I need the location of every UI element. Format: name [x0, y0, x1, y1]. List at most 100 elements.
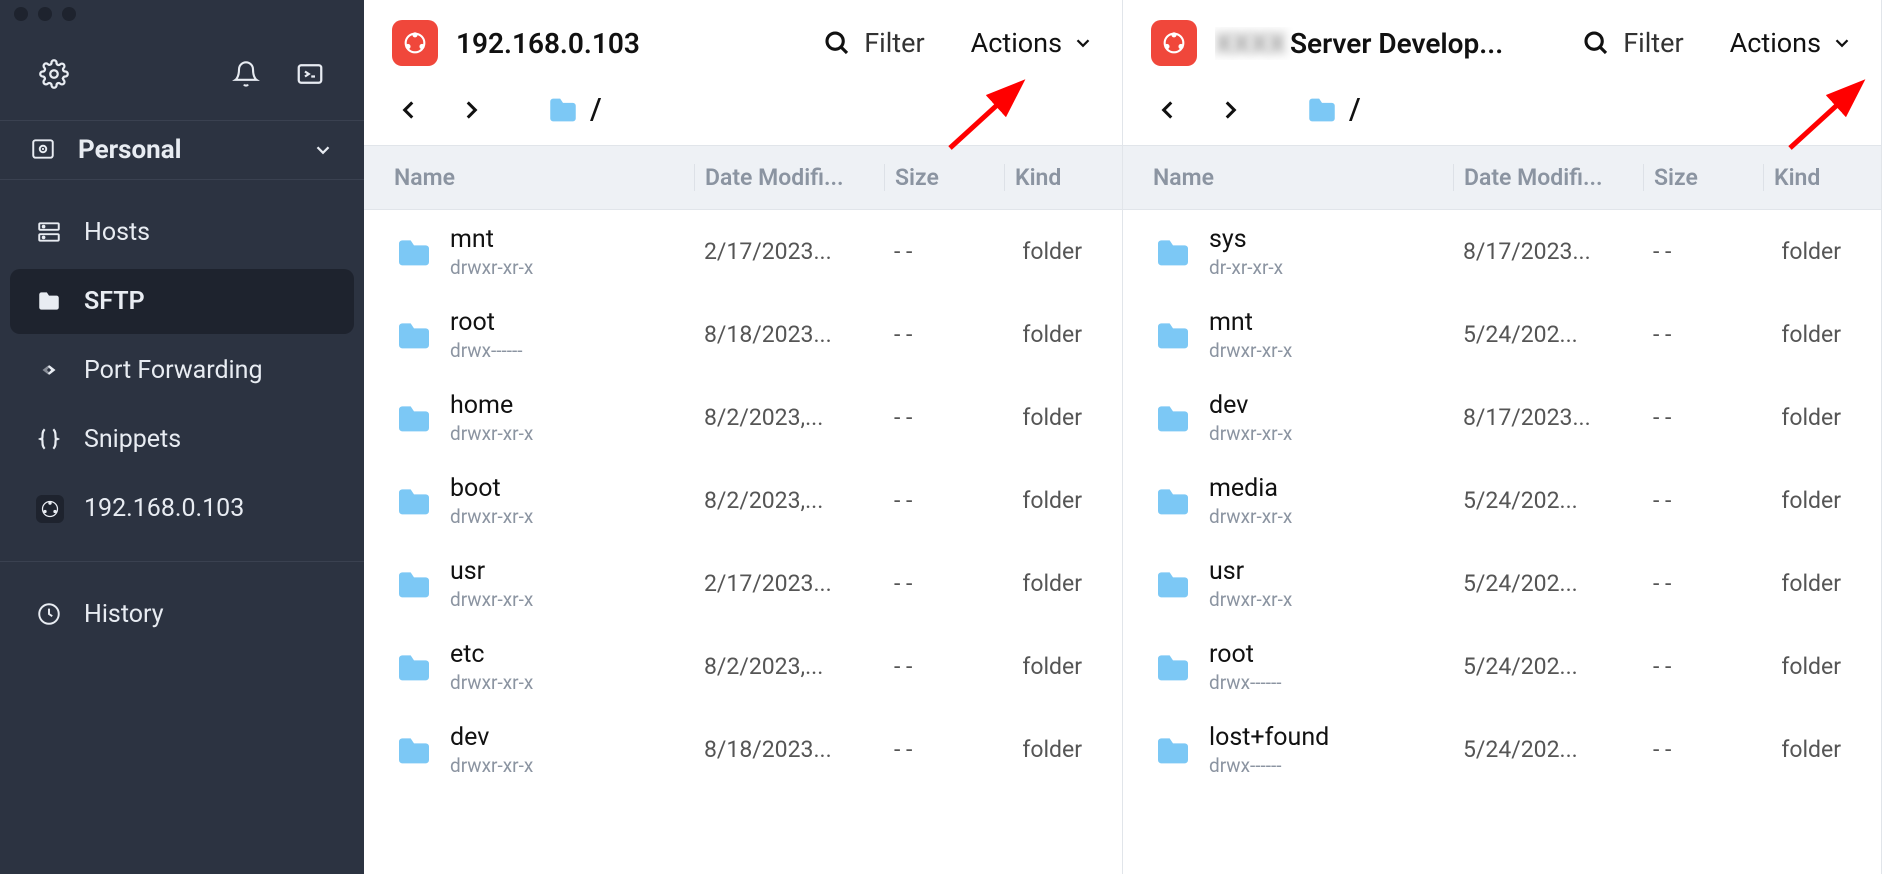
sidebar-item-sftp[interactable]: SFTP	[10, 269, 354, 334]
file-date: 5/24/202...	[1453, 653, 1643, 680]
file-kind: folder	[1763, 238, 1881, 265]
file-kind: folder	[1763, 653, 1881, 680]
folder-icon	[1153, 564, 1193, 604]
file-size: - -	[1643, 736, 1763, 763]
file-name: dev	[1209, 391, 1292, 420]
table-row[interactable]: usrdrwxr-xr-x2/17/2023...- -folder	[364, 542, 1122, 625]
table-row[interactable]: mntdrwxr-xr-x5/24/202...- -folder	[1123, 293, 1881, 376]
table-row[interactable]: rootdrwx------8/18/2023...- -folder	[364, 293, 1122, 376]
column-date[interactable]: Date Modifi...	[1453, 164, 1643, 191]
folder-icon	[394, 232, 434, 272]
ubuntu-host-icon	[1151, 20, 1197, 66]
chevron-down-icon	[1072, 32, 1094, 54]
table-header: Name Date Modifi... Size Kind	[364, 145, 1122, 210]
column-date[interactable]: Date Modifi...	[694, 164, 884, 191]
file-date: 2/17/2023...	[694, 570, 884, 597]
table-row[interactable]: rootdrwx------5/24/202...- -folder	[1123, 625, 1881, 708]
nav-forward-button[interactable]	[1213, 93, 1247, 127]
file-size: - -	[1643, 653, 1763, 680]
table-row[interactable]: devdrwxr-xr-x8/18/2023...- -folder	[364, 708, 1122, 791]
sidebar-item-host-connection[interactable]: 192.168.0.103	[10, 476, 354, 541]
sidebar-item-label: History	[84, 600, 164, 629]
sidebar-item-label: Hosts	[84, 218, 150, 247]
table-body: sysdr-xr-xr-x8/17/2023...- -foldermntdrw…	[1123, 210, 1881, 874]
folder-icon	[1153, 315, 1193, 355]
file-kind: folder	[1004, 570, 1122, 597]
filter-button[interactable]: Filter	[1581, 27, 1683, 59]
file-date: 8/17/2023...	[1453, 238, 1643, 265]
file-name: etc	[450, 640, 533, 669]
file-kind: folder	[1004, 238, 1122, 265]
table-row[interactable]: homedrwxr-xr-x8/2/2023,...- -folder	[364, 376, 1122, 459]
file-name: root	[1209, 640, 1282, 669]
actions-dropdown-button[interactable]: Actions	[971, 27, 1094, 59]
file-permissions: drwxr-xr-x	[450, 505, 533, 528]
file-permissions: drwxr-xr-x	[450, 754, 533, 777]
file-kind: folder	[1004, 487, 1122, 514]
sidebar-item-hosts[interactable]: Hosts	[10, 200, 354, 265]
sidebar-item-snippets[interactable]: Snippets	[10, 407, 354, 472]
file-kind: folder	[1763, 321, 1881, 348]
table-row[interactable]: devdrwxr-xr-x8/17/2023...- -folder	[1123, 376, 1881, 459]
actions-dropdown-button[interactable]: Actions	[1730, 27, 1853, 59]
file-size: - -	[884, 570, 1004, 597]
file-permissions: drwx------	[450, 339, 523, 362]
folder-icon	[394, 564, 434, 604]
table-row[interactable]: lost+founddrwx------5/24/202...- -folder	[1123, 708, 1881, 791]
file-size: - -	[1643, 487, 1763, 514]
column-kind[interactable]: Kind	[1763, 164, 1881, 191]
terminal-icon[interactable]	[292, 56, 328, 92]
nav-forward-button[interactable]	[454, 93, 488, 127]
file-kind: folder	[1004, 321, 1122, 348]
folder-icon	[1305, 93, 1339, 127]
sidebar-item-port-forwarding[interactable]: Port Forwarding	[10, 338, 354, 403]
traffic-max-icon[interactable]	[62, 7, 76, 21]
file-permissions: drwxr-xr-x	[1209, 422, 1292, 445]
sftp-icon	[36, 288, 64, 316]
column-size[interactable]: Size	[884, 164, 1004, 191]
file-size: - -	[884, 404, 1004, 431]
column-name[interactable]: Name	[1123, 164, 1453, 191]
folder-icon	[1153, 232, 1193, 272]
file-permissions: drwxr-xr-x	[450, 588, 533, 611]
file-date: 8/2/2023,...	[694, 404, 884, 431]
sidebar-item-label: Snippets	[84, 425, 181, 454]
file-name: mnt	[450, 225, 533, 254]
folder-icon	[394, 315, 434, 355]
file-permissions: drwxr-xr-x	[450, 256, 533, 279]
folder-icon	[394, 647, 434, 687]
sidebar-item-label: Port Forwarding	[84, 356, 262, 385]
history-icon	[36, 601, 64, 629]
breadcrumb-path: /	[1349, 92, 1361, 127]
file-name: media	[1209, 474, 1292, 503]
column-kind[interactable]: Kind	[1004, 164, 1122, 191]
filter-button[interactable]: Filter	[822, 27, 924, 59]
gear-icon[interactable]	[36, 56, 72, 92]
breadcrumb[interactable]: /	[1305, 92, 1361, 127]
folder-icon	[1153, 647, 1193, 687]
nav-back-button[interactable]	[1151, 93, 1185, 127]
column-size[interactable]: Size	[1643, 164, 1763, 191]
file-kind: folder	[1763, 404, 1881, 431]
traffic-min-icon[interactable]	[38, 7, 52, 21]
table-row[interactable]: usrdrwxr-xr-x5/24/202...- -folder	[1123, 542, 1881, 625]
hosts-icon	[36, 219, 64, 247]
ubuntu-icon	[36, 495, 64, 523]
sidebar-item-history[interactable]: History	[10, 582, 354, 647]
window-traffic-lights	[0, 0, 364, 28]
file-kind: folder	[1004, 404, 1122, 431]
breadcrumb[interactable]: /	[546, 92, 602, 127]
table-row[interactable]: sysdr-xr-xr-x8/17/2023...- -folder	[1123, 210, 1881, 293]
column-name[interactable]: Name	[364, 164, 694, 191]
table-row[interactable]: bootdrwxr-xr-x8/2/2023,...- -folder	[364, 459, 1122, 542]
table-row[interactable]: etcdrwxr-xr-x8/2/2023,...- -folder	[364, 625, 1122, 708]
port-forwarding-icon	[36, 357, 64, 385]
nav-back-button[interactable]	[392, 93, 426, 127]
file-kind: folder	[1763, 487, 1881, 514]
table-row[interactable]: mediadrwxr-xr-x5/24/202...- -folder	[1123, 459, 1881, 542]
traffic-close-icon[interactable]	[14, 7, 28, 21]
table-row[interactable]: mntdrwxr-xr-x2/17/2023...- -folder	[364, 210, 1122, 293]
sidebar-section-personal[interactable]: Personal	[0, 120, 364, 180]
bell-icon[interactable]	[228, 56, 264, 92]
file-permissions: drwxr-xr-x	[1209, 505, 1292, 528]
